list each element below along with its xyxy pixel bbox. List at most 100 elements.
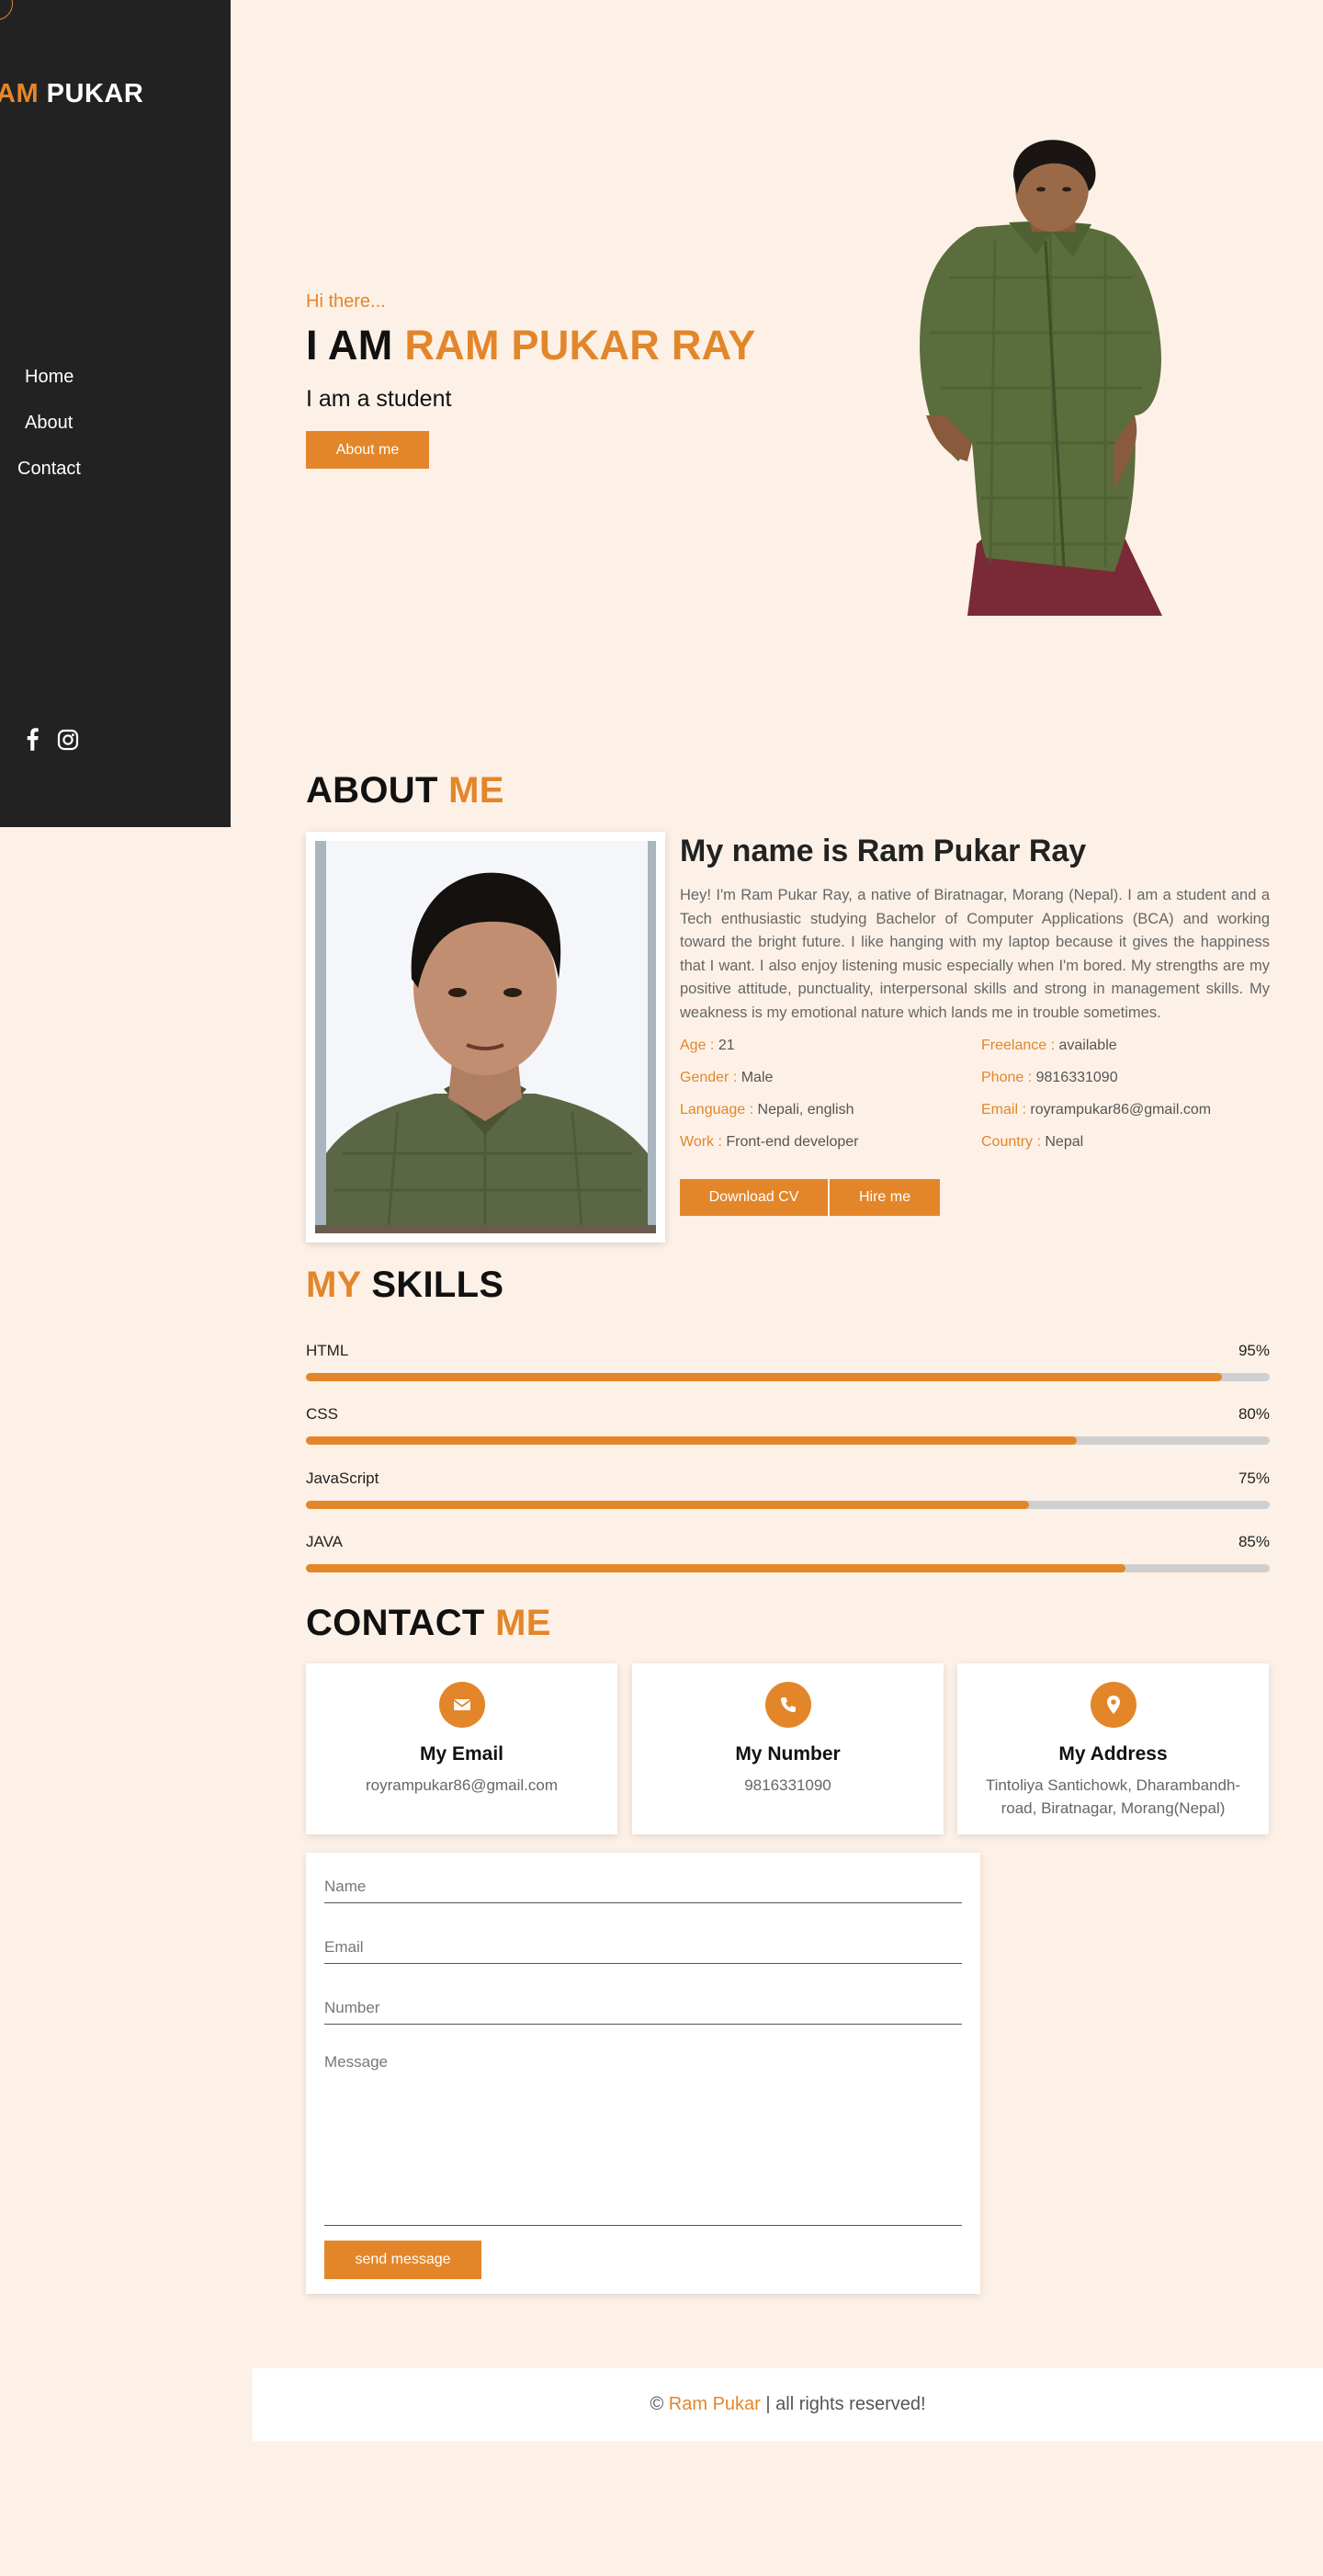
contact-heading-part2: ME [495,1603,551,1643]
skill-css: CSS 80% [306,1405,1270,1445]
about-me-button[interactable]: About me [306,431,429,469]
about-actions: Download CV Hire me [680,1179,940,1216]
skill-bar-fill [306,1436,1078,1445]
info-label: Phone : [981,1070,1033,1085]
skills-heading: MY SKILLS [306,1265,503,1306]
skill-name: HTML [306,1342,349,1359]
contact-card-number: My Number 9816331090 [632,1663,944,1834]
send-message-button[interactable]: send message [324,2241,481,2279]
skill-name: JAVA [306,1533,343,1550]
info-label: Language : [680,1102,754,1118]
skill-html: HTML 95% [306,1342,1270,1381]
skills-heading-part2: SKILLS [371,1265,504,1305]
footer-rights: | all rights reserved! [765,2394,926,2414]
skill-bar [306,1564,1270,1572]
instagram-icon[interactable] [57,728,79,752]
info-label: Email : [981,1102,1026,1118]
info-label: Country : [981,1134,1041,1150]
contact-heading: CONTACT ME [306,1603,551,1644]
contact-card-email: My Email royrampukar86@gmail.com [306,1663,617,1834]
hero-subtitle: I am a student [306,386,452,412]
skill-percent: 80% [1238,1405,1270,1423]
info-label: Work : [680,1134,722,1150]
contact-heading-part1: CONTACT [306,1603,485,1643]
skill-bar [306,1436,1270,1445]
contact-form: send message [306,1853,980,2294]
contact-card-value: royrampukar86@gmail.com [365,1776,559,1794]
download-cv-button[interactable]: Download CV [680,1179,828,1216]
skill-java: JAVA 85% [306,1533,1270,1572]
info-freelance: Freelance : available [981,1038,1270,1058]
about-heading: ABOUT ME [306,770,504,811]
logo-second: PUKAR [46,79,144,108]
info-value: 9816331090 [1035,1070,1118,1085]
about-name-heading: My name is Ram Pukar Ray [680,834,1087,868]
profile-photo [315,841,656,1233]
info-label: Freelance : [981,1038,1056,1053]
hero-title-name: RAM PUKAR RAY [404,322,756,369]
skill-bar-fill [306,1564,1125,1572]
skill-percent: 95% [1238,1342,1270,1359]
info-country: Country : Nepal [981,1134,1270,1154]
sidebar-nav: Home About Contact [0,361,231,499]
info-work: Work : Front-end developer [680,1134,981,1154]
contact-card-title: My Address [1058,1743,1168,1765]
info-phone: Phone : 9816331090 [981,1070,1270,1090]
social-links [24,728,79,752]
logo-ring [0,0,13,20]
name-input[interactable] [324,1871,962,1903]
number-input[interactable] [324,1992,962,2025]
hero-title: I AM RAM PUKAR RAY [306,322,756,369]
skill-javascript: JavaScript 75% [306,1470,1270,1509]
contact-card-title: My Number [735,1743,841,1765]
location-pin-icon [1090,1682,1136,1728]
info-value: royrampukar86@gmail.com [1030,1102,1212,1118]
skill-percent: 75% [1238,1470,1270,1487]
about-heading-part2: ME [448,770,504,811]
skill-percent: 85% [1238,1533,1270,1550]
skill-name: JavaScript [306,1470,379,1487]
footer-name-link[interactable]: Ram Pukar [669,2394,761,2414]
hire-me-button[interactable]: Hire me [830,1179,940,1216]
footer: © Ram Pukar | all rights reserved! [253,2368,1323,2441]
info-value: Front-end developer [726,1134,859,1150]
about-bio: Hey! I'm Ram Pukar Ray, a native of Bira… [680,887,1270,1021]
info-value: Male [741,1070,774,1085]
info-language: Language : Nepali, english [680,1102,981,1122]
nav-contact-link[interactable]: Contact [0,453,231,499]
info-age: Age : 21 [680,1038,981,1058]
sidebar: AM PUKAR Home About Contact [0,0,231,827]
email-input[interactable] [324,1932,962,1964]
contact-card-value: 9816331090 [744,1776,831,1794]
envelope-icon [438,1682,485,1728]
contact-card-address: My Address Tintoliya Santichowk, Dharamb… [957,1663,1269,1834]
info-gender: Gender : Male [680,1070,981,1090]
skill-bar [306,1501,1270,1509]
info-label: Gender : [680,1070,738,1085]
hero-title-prefix: I AM [306,322,393,369]
phone-icon [764,1682,811,1728]
skill-bar-fill [306,1501,1029,1509]
info-value: 21 [718,1038,735,1053]
logo-first: AM [0,79,40,108]
hero-portrait [839,140,1170,616]
skills-heading-part1: MY [306,1265,361,1305]
skill-bar-fill [306,1373,1222,1381]
site-logo[interactable]: AM PUKAR [0,79,143,109]
info-label: Age : [680,1038,715,1053]
contact-card-title: My Email [419,1743,504,1765]
skill-bar [306,1373,1270,1381]
nav-about-link[interactable]: About [0,407,231,453]
facebook-icon[interactable] [24,728,44,752]
contact-card-value: Tintoliya Santichowk, Dharambandh-road, … [985,1776,1241,1817]
profile-photo-card [306,832,665,1243]
skill-name: CSS [306,1405,338,1423]
info-value: available [1058,1038,1117,1053]
info-value: Nepal [1045,1134,1084,1150]
nav-home-link[interactable]: Home [0,361,231,407]
copyright-symbol: © [650,2394,664,2414]
message-textarea[interactable] [324,2049,962,2226]
info-value: Nepali, english [757,1102,854,1118]
personal-info-grid: Age : 21 Freelance : available Gender : … [680,1038,1270,1154]
info-email: Email : royrampukar86@gmail.com [981,1102,1270,1122]
